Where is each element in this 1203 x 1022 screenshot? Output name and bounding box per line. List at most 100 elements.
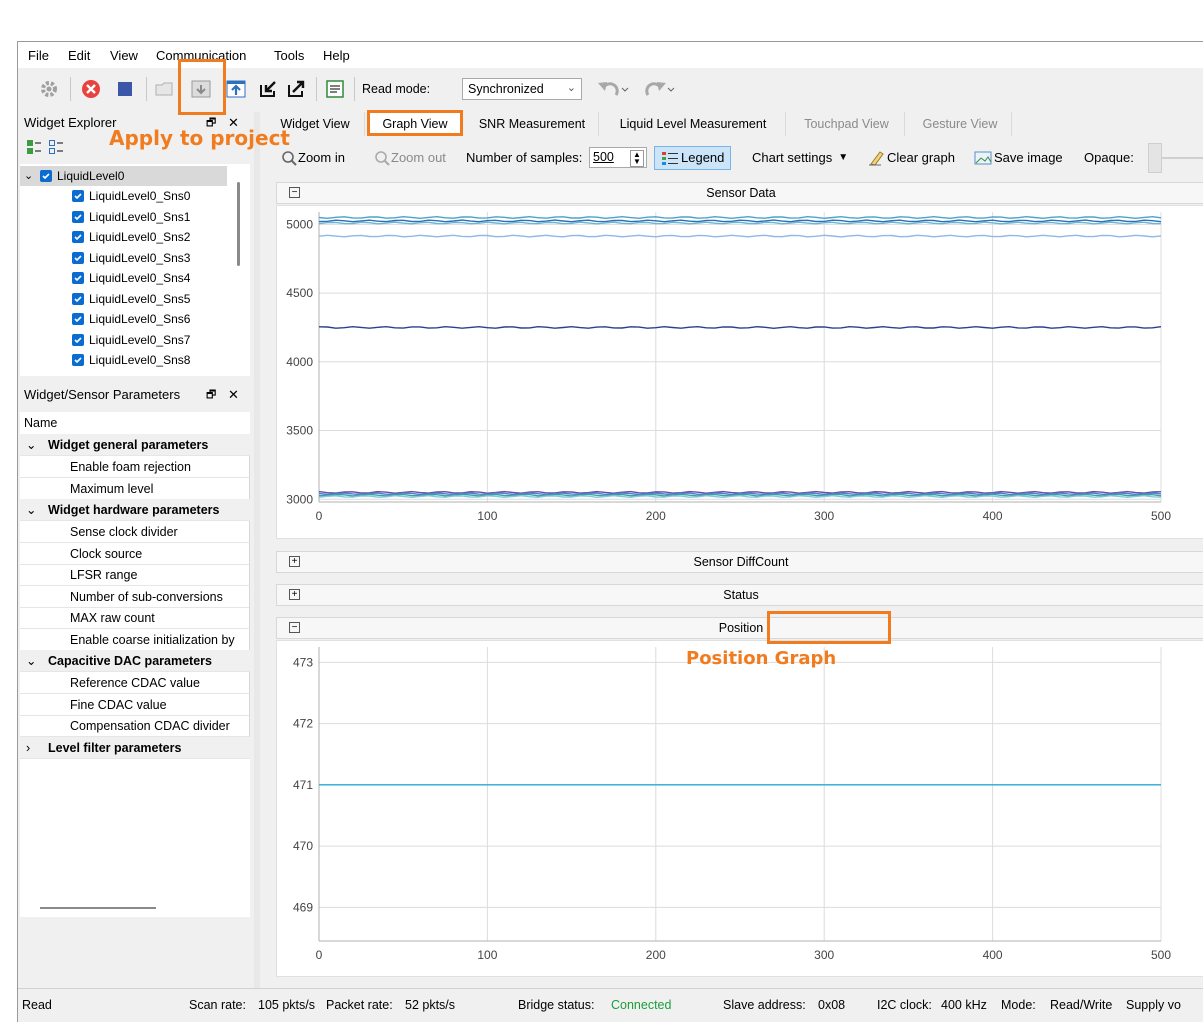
x-tick-label: 300 [814,948,834,962]
tree-sensor-item[interactable]: LiquidLevel0_Sns8 [72,350,190,370]
tree-sensor-item[interactable]: LiquidLevel0_Sns5 [72,289,190,309]
tree-sensor-label: LiquidLevel0_Sns5 [89,291,191,306]
panel-splitter[interactable] [254,112,260,988]
tab-touchpad-view[interactable]: Touchpad View [789,112,905,136]
param-row[interactable]: Maximum level [20,477,250,500]
close-icon[interactable]: ✕ [228,384,239,406]
tree-root-label: LiquidLevel0 [57,169,125,183]
checkbox-icon[interactable] [72,313,84,325]
redo-icon[interactable] [638,76,678,102]
chevron-down-icon[interactable]: ⌄ [20,434,48,456]
param-group-row[interactable]: ⌄ Capacitive DAC parameters [20,650,250,672]
uncheck-all-icon[interactable] [48,139,64,155]
param-row[interactable]: Reference CDAC value [20,672,250,694]
checkbox-icon[interactable] [72,210,84,223]
menu-view[interactable]: View [110,48,138,63]
y-tick-label: 4000 [286,355,313,369]
dropdown-arrow-icon: ▼ [838,152,849,163]
menu-file[interactable]: File [28,48,49,63]
param-row[interactable]: MAX raw count [20,607,250,629]
tree-sensor-item[interactable]: LiquidLevel0_Sns7 [72,330,190,350]
tree-sensor-item[interactable]: LiquidLevel0_Sns4 [72,268,190,288]
samples-spinbox[interactable]: 500 ▲ ▼ [589,147,647,168]
chevron-down-icon[interactable]: ⌄ [20,499,48,521]
param-row[interactable]: LFSR range [20,564,250,586]
y-tick-label: 5000 [286,217,313,231]
spin-arrows-icon[interactable]: ▲ ▼ [630,150,644,167]
y-tick-label: 471 [293,778,313,792]
checkbox-icon[interactable] [72,231,84,243]
menu-tools[interactable]: Tools [274,48,304,63]
tree-sensor-item[interactable]: LiquidLevel0_Sns0 [72,186,190,206]
sensor-data-header[interactable]: − Sensor Data [276,182,1203,204]
checkbox-icon[interactable] [72,272,84,284]
param-group-row[interactable]: › Level filter parameters [20,736,250,759]
tree-sensor-item[interactable]: LiquidLevel0_Sns3 [72,248,190,268]
chevron-right-icon[interactable]: › [20,737,48,759]
chevron-down-icon: ⌄ [566,82,576,94]
checkbox-icon[interactable] [72,354,84,366]
chevron-down-icon[interactable]: ⌄ [24,166,40,186]
param-row[interactable]: Sense clock divider [20,521,250,543]
param-row[interactable]: Fine CDAC value [20,693,250,716]
log-icon[interactable] [322,76,348,102]
slave-address-value: 0x08 [818,998,846,1012]
menu-edit[interactable]: Edit [68,48,90,63]
checkbox-icon[interactable] [72,292,84,305]
export-icon[interactable] [284,76,310,102]
param-row[interactable]: Enable coarse initialization by [20,628,250,651]
tree-sensor-item[interactable]: LiquidLevel0_Sns2 [72,227,190,247]
y-tick-label: 4500 [286,286,313,300]
param-group-row[interactable]: ⌄ Widget hardware parameters [20,499,250,521]
opacity-slider[interactable] [1148,143,1162,173]
save-image-button[interactable]: Save image [974,145,1063,171]
tab-liquid-level-measurement[interactable]: Liquid Level Measurement [601,112,786,136]
open-folder-icon[interactable] [152,76,178,102]
clear-graph-button[interactable]: Clear graph [867,145,955,171]
param-group-row[interactable]: ⌄ Widget general parameters [20,434,250,456]
sensor-diffcount-header[interactable]: + Sensor DiffCount [276,551,1203,573]
legend-button[interactable]: Legend [654,146,732,170]
check-all-icon[interactable] [26,139,42,155]
tree-scrollbar[interactable] [237,182,240,266]
widget-tree: ⌄ LiquidLevel0 LiquidLevel0_Sns0 LiquidLe… [20,164,250,376]
checkbox-icon[interactable] [72,190,84,202]
tree-sensor-item[interactable]: LiquidLevel0_Sns1 [72,207,190,227]
x-tick-label: 200 [646,948,666,962]
tab-gesture-view[interactable]: Gesture View [909,112,1012,136]
param-row[interactable]: Enable foam rejection [20,456,250,478]
tree-sensor-label: LiquidLevel0_Sns3 [89,250,191,265]
tree-sensor-item[interactable]: LiquidLevel0_Sns6 [72,309,190,329]
stop-circle-icon[interactable] [78,76,104,102]
slave-address-label: Slave address: [723,998,806,1012]
undo-icon[interactable] [592,76,632,102]
checkbox-icon[interactable] [72,251,84,264]
stop-square-icon[interactable] [112,76,138,102]
tree-sensor-label: LiquidLevel0_Sns0 [89,189,191,203]
position-header-highlight [767,611,891,644]
chevron-down-icon[interactable]: ⌄ [20,650,48,672]
x-tick-label: 500 [1151,948,1171,962]
x-tick-label: 500 [1151,509,1171,523]
read-mode-label: Read mode: [362,82,431,96]
chart-settings-button[interactable]: Chart settings ▼ [752,145,848,171]
horizontal-scrollbar[interactable] [40,907,156,909]
tab-snr-measurement[interactable]: SNR Measurement [466,112,599,136]
read-mode-select[interactable]: Synchronized ⌄ [462,78,582,100]
param-row[interactable]: Compensation CDAC divider [20,715,250,737]
param-row[interactable]: Number of sub-conversions [20,585,250,608]
zoom-out-button[interactable]: Zoom out [373,145,446,171]
packet-rate-label: Packet rate: [326,998,393,1012]
import-icon[interactable] [256,76,282,102]
menu-help[interactable]: Help [323,48,350,63]
gear-icon[interactable] [36,76,62,102]
checkbox-icon[interactable] [40,170,52,182]
graph-view-tab-highlight [367,110,463,136]
param-row[interactable]: Clock source [20,542,250,565]
float-icon[interactable]: 🗗 [206,384,216,406]
parameters-title: Widget/Sensor Parameters 🗗 ✕ [18,384,250,406]
apply-to-project-icon[interactable] [223,76,249,102]
checkbox-icon[interactable] [72,333,84,346]
position-header[interactable]: − Position [276,617,1203,639]
status-header[interactable]: + Status [276,584,1203,606]
